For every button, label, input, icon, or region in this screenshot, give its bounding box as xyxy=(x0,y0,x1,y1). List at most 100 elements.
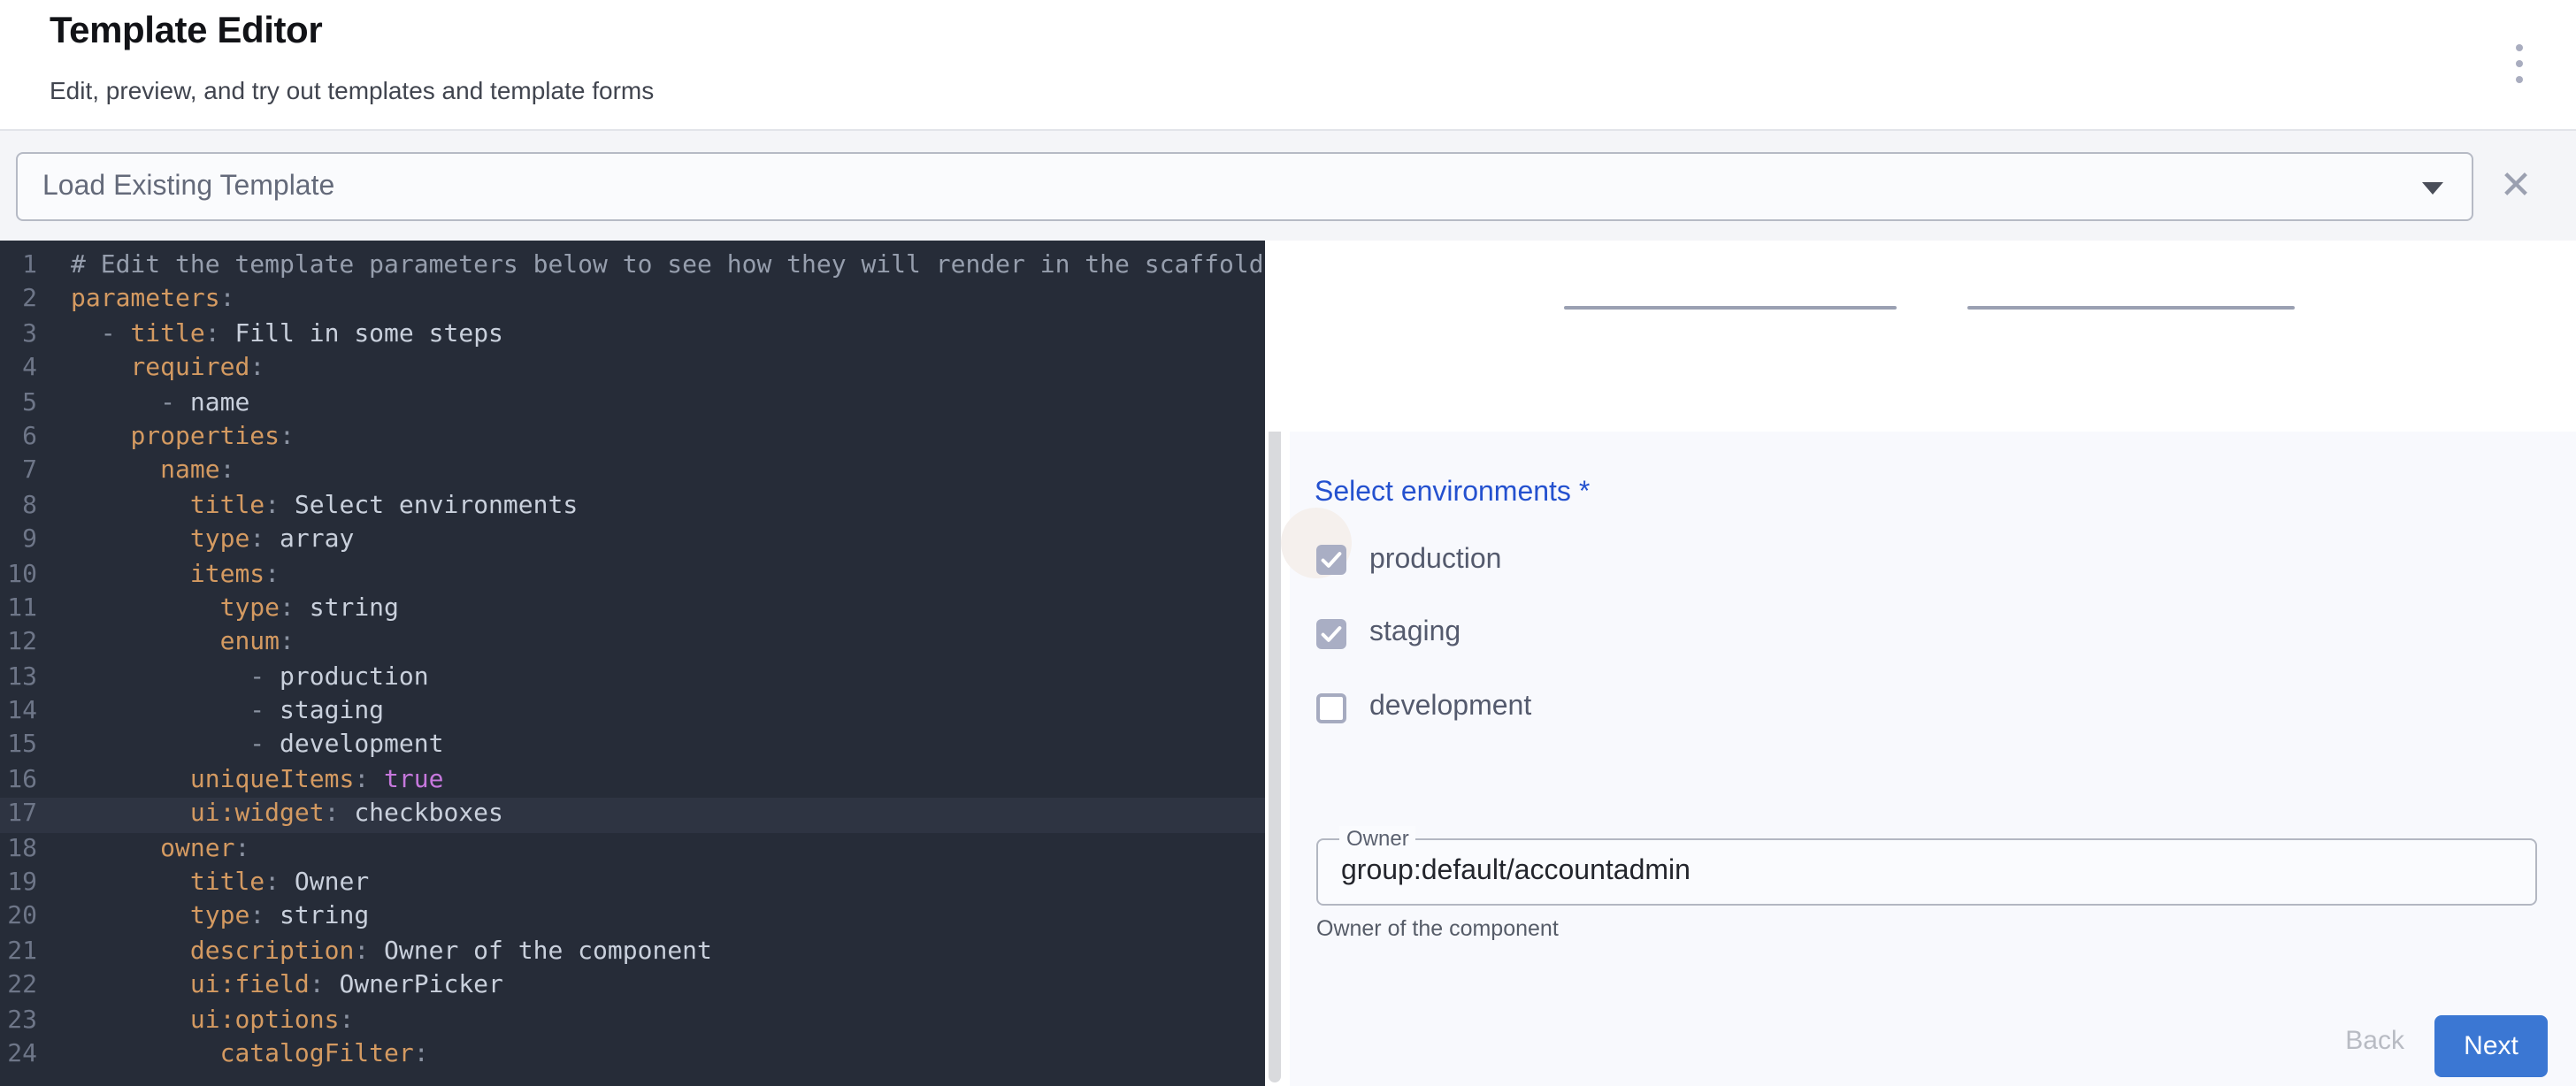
template-form-panel: Select environments * production staging d… xyxy=(1290,432,2576,1086)
line-number: 24 xyxy=(0,1038,37,1073)
load-existing-template-select[interactable]: Load Existing Template xyxy=(16,152,2473,221)
line-number: 21 xyxy=(0,936,37,970)
line-code: - development xyxy=(37,730,443,764)
line-number: 14 xyxy=(0,695,37,730)
kebab-menu-icon[interactable] xyxy=(2509,44,2530,83)
code-line: 12 enum: xyxy=(0,627,1265,662)
code-line: 20 type: string xyxy=(0,901,1265,936)
code-line: 17 ui:widget: checkboxes xyxy=(0,799,1265,833)
line-code: - name xyxy=(37,386,249,421)
line-code: parameters: xyxy=(37,284,234,318)
code-line: 14 - staging xyxy=(0,695,1265,730)
line-number: 12 xyxy=(0,627,37,662)
code-line: 21 description: Owner of the component xyxy=(0,936,1265,970)
owner-helper-text: Owner of the component xyxy=(1316,916,1559,941)
code-line: 8 title: Select environments xyxy=(0,489,1265,524)
page-subtitle: Edit, preview, and try out templates and… xyxy=(50,76,654,104)
line-code: - production xyxy=(37,661,429,695)
close-icon[interactable]: ✕ xyxy=(2495,164,2537,207)
stepper: 1 2 3 Fill in some steps Choose a locati… xyxy=(1265,241,2576,432)
code-line: 4 required: xyxy=(0,352,1265,386)
line-code: type: string xyxy=(37,593,399,627)
step-connector xyxy=(1564,305,1897,309)
check-icon xyxy=(1318,620,1345,646)
line-number: 11 xyxy=(0,593,37,627)
code-lines: 1# Edit the template parameters below to… xyxy=(0,241,1265,1073)
line-number: 22 xyxy=(0,969,37,1004)
line-code: title: Select environments xyxy=(37,489,578,524)
line-number: 16 xyxy=(0,764,37,799)
line-number: 15 xyxy=(0,730,37,764)
checkbox-label: development xyxy=(1369,692,1531,723)
line-number: 1 xyxy=(0,249,37,284)
next-button[interactable]: Next xyxy=(2434,1014,2548,1077)
line-code: # Edit the template parameters below to … xyxy=(37,249,1264,284)
line-number: 8 xyxy=(0,489,37,524)
code-line: 3 - title: Fill in some steps xyxy=(0,318,1265,353)
line-code: - staging xyxy=(37,695,384,730)
code-line: 15 - development xyxy=(0,730,1265,764)
line-number: 4 xyxy=(0,352,37,386)
owner-input-field[interactable]: Owner group:default/accountadmin xyxy=(1316,838,2537,906)
line-code: required: xyxy=(37,352,264,386)
checkbox-checked[interactable] xyxy=(1316,618,1346,648)
line-number: 23 xyxy=(0,1004,37,1038)
line-code: description: Owner of the component xyxy=(37,936,712,970)
line-code: title: Owner xyxy=(37,867,369,901)
select-environments-label: Select environments * xyxy=(1315,478,1590,509)
code-line: 24 catalogFilter: xyxy=(0,1038,1265,1073)
template-editor-page: Template Editor Edit, preview, and try o… xyxy=(0,0,2576,1086)
line-code: properties: xyxy=(37,421,295,455)
checkbox-checked[interactable] xyxy=(1316,545,1346,575)
code-line: 10 items: xyxy=(0,558,1265,593)
checkbox-row-development[interactable]: development xyxy=(1300,675,1531,740)
line-code: ui:widget: checkboxes xyxy=(37,799,503,833)
code-line: 18 owner: xyxy=(0,832,1265,867)
line-number: 13 xyxy=(0,661,37,695)
code-line: 9 type: array xyxy=(0,524,1265,558)
line-number: 10 xyxy=(0,558,37,593)
step-connector xyxy=(1967,305,2295,309)
line-code: items: xyxy=(37,558,280,593)
line-number: 6 xyxy=(0,421,37,455)
page-title: Template Editor xyxy=(50,11,322,53)
line-number: 17 xyxy=(0,799,37,833)
load-template-bar: Load Existing Template ✕ xyxy=(0,129,2576,241)
line-number: 3 xyxy=(0,318,37,353)
line-code: owner: xyxy=(37,832,249,867)
line-code: ui:field: OwnerPicker xyxy=(37,969,503,1004)
owner-field-value: group:default/accountadmin xyxy=(1341,840,1690,904)
checkbox-label: staging xyxy=(1369,617,1460,649)
checkbox-row-production[interactable]: production xyxy=(1300,527,1501,593)
code-line: 22 ui:field: OwnerPicker xyxy=(0,969,1265,1004)
page-header: Template Editor Edit, preview, and try o… xyxy=(0,0,2576,129)
checkbox-unchecked[interactable] xyxy=(1316,692,1346,723)
code-line: 23 ui:options: xyxy=(0,1004,1265,1038)
code-line: 16 uniqueItems: true xyxy=(0,764,1265,799)
code-line: 1# Edit the template parameters below to… xyxy=(0,249,1265,284)
select-placeholder: Load Existing Template xyxy=(42,171,334,203)
back-button[interactable]: Back xyxy=(2331,1015,2419,1067)
line-code: uniqueItems: true xyxy=(37,764,443,799)
line-number: 19 xyxy=(0,867,37,901)
line-number: 9 xyxy=(0,524,37,558)
code-line: 13 - production xyxy=(0,661,1265,695)
code-line: 2parameters: xyxy=(0,284,1265,318)
line-number: 2 xyxy=(0,284,37,318)
line-code: - title: Fill in some steps xyxy=(37,318,503,353)
line-code: ui:options: xyxy=(37,1004,354,1038)
yaml-code-editor[interactable]: 1# Edit the template parameters below to… xyxy=(0,241,1265,1086)
line-number: 5 xyxy=(0,386,37,421)
code-line: 5 - name xyxy=(0,386,1265,421)
checkbox-row-staging[interactable]: staging xyxy=(1300,600,1460,666)
line-number: 20 xyxy=(0,901,37,936)
code-line: 11 type: string xyxy=(0,593,1265,627)
code-line: 7 name: xyxy=(0,455,1265,490)
line-code: catalogFilter: xyxy=(37,1038,429,1073)
line-code: enum: xyxy=(37,627,295,662)
line-code: type: array xyxy=(37,524,354,558)
code-line: 6 properties: xyxy=(0,421,1265,455)
check-icon xyxy=(1318,547,1345,573)
line-code: type: string xyxy=(37,901,369,936)
required-asterisk: * xyxy=(1571,478,1590,508)
